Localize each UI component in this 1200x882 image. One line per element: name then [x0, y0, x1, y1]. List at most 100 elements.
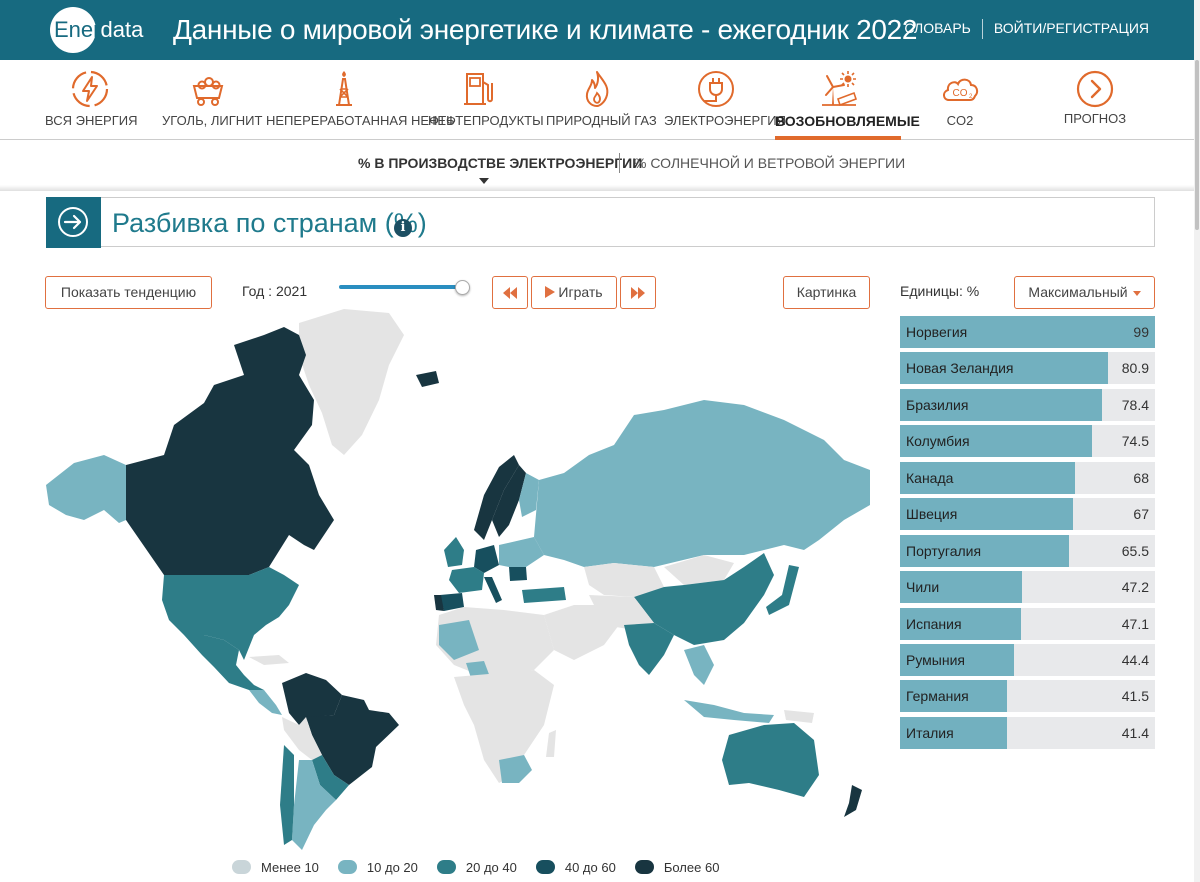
country-name: Чили [906, 579, 940, 596]
country-name: Канада [906, 469, 954, 486]
country-value: 41.4 [1121, 724, 1149, 741]
map-mexico[interactable] [184, 635, 264, 690]
sort-select[interactable]: Максимальный [1014, 276, 1155, 309]
category-electricity[interactable]: ЭЛЕКТРОЭНЕРГИЯ [664, 60, 786, 140]
country-value: 65.5 [1121, 542, 1149, 559]
category-label: ВОЗОБНОВЛЯЕМЫЕ [775, 113, 920, 129]
map-india[interactable] [624, 623, 674, 675]
category-all-energy[interactable]: ВСЯ ЭНЕРГИЯ [45, 60, 138, 140]
legend-swatch [337, 860, 357, 874]
country-name: Бразилия [906, 396, 969, 413]
map-southeast-asia[interactable] [684, 645, 714, 685]
category-label: НЕФТЕПРОДУКТЫ [428, 113, 544, 128]
ranking-row[interactable]: Испания 47.1 [900, 607, 1155, 640]
subnav-shadow [0, 185, 1200, 191]
legend-item[interactable]: 20 до 40 [436, 858, 517, 876]
legend-swatch [436, 860, 456, 874]
ranking-row[interactable]: Чили 47.2 [900, 571, 1155, 604]
category-oil-products[interactable]: НЕФТЕПРОДУКТЫ [428, 60, 544, 140]
country-name: Испания [906, 615, 962, 632]
legend-item[interactable]: 10 до 20 [337, 858, 418, 876]
backward-icon [503, 287, 517, 299]
map-legend: Менее 10 10 до 20 20 до 40 40 до 60 Более 60 [232, 858, 738, 876]
map-uk-ireland[interactable] [444, 537, 464, 567]
category-coal[interactable]: УГОЛЬ, ЛИГНИТ [162, 60, 263, 140]
legend-item[interactable]: Более 60 [634, 858, 720, 876]
glossary-link[interactable]: СЛОВАРЬ [893, 20, 981, 39]
scrollbar-thumb[interactable] [1195, 60, 1199, 230]
map-cuba[interactable] [249, 655, 289, 665]
section-nav-button[interactable] [46, 197, 101, 248]
country-value: 47.2 [1121, 579, 1149, 596]
ranking-row[interactable]: Норвегия 99 [900, 316, 1155, 348]
map-madagascar[interactable] [546, 730, 556, 757]
category-crude-oil[interactable]: НЕПЕРЕРАБОТАННАЯ НЕФТЬ [266, 60, 455, 140]
coal-cart-icon [192, 77, 224, 106]
sub-nav: % В ПРОИЗВОДСТВЕ ЭЛЕКТРОЭНЕРГИИ % СОЛНЕЧ… [0, 141, 1200, 191]
country-value: 67 [1133, 506, 1149, 523]
map-indonesia[interactable] [684, 700, 774, 723]
play-label: Играть [558, 284, 603, 300]
legend-label: 20 до 40 [465, 859, 517, 875]
legend-item[interactable]: Менее 10 [232, 858, 319, 876]
category-label: ЭЛЕКТРОЭНЕРГИЯ [664, 113, 786, 128]
active-category-underline [775, 136, 901, 140]
category-label: ВСЯ ЭНЕРГИЯ [45, 113, 138, 128]
ranking-row[interactable]: Канада 68 [900, 461, 1155, 494]
map-turkey[interactable] [522, 587, 566, 603]
map-papua[interactable] [784, 710, 814, 723]
ranking-row[interactable]: Колумбия 74.5 [900, 425, 1155, 458]
info-icon[interactable]: i [394, 219, 412, 237]
map-new-zealand[interactable] [844, 785, 862, 817]
country-name: Италия [906, 724, 954, 741]
tab-solar-wind-share[interactable]: % СОЛНЕЧНОЙ И ВЕТРОВОЙ ЭНЕРГИИ [634, 155, 905, 171]
top-header: Enerdata Данные о мировой энергетике и к… [0, 0, 1200, 60]
ranking-row[interactable]: Бразилия 78.4 [900, 388, 1155, 421]
map-greenland[interactable] [299, 309, 404, 455]
category-label: ПРИРОДНЫЙ ГАЗ [546, 113, 657, 128]
play-icon [545, 286, 556, 298]
year-slider-thumb[interactable] [455, 280, 470, 295]
map-romania[interactable] [509, 567, 527, 581]
ranking-row[interactable]: Румыния 44.4 [900, 643, 1155, 676]
map-germany[interactable] [474, 545, 499, 573]
ranking-row[interactable]: Новая Зеландия 80.9 [900, 352, 1155, 385]
map-italy[interactable] [484, 577, 502, 603]
map-chile[interactable] [280, 745, 294, 845]
map-alaska[interactable] [46, 455, 126, 523]
map-central-america[interactable] [249, 690, 282, 715]
country-name: Португалия [906, 542, 982, 559]
ranking-row[interactable]: Италия 41.4 [900, 716, 1155, 749]
legend-swatch [634, 860, 654, 874]
country-value: 41.5 [1121, 688, 1149, 705]
country-ranking-list: Норвегия 99 Новая Зеландия 80.9 Бразилия 78.4… [900, 316, 1155, 753]
enerdata-logo[interactable]: Enerdata [50, 7, 143, 53]
category-natural-gas[interactable]: ПРИРОДНЫЙ ГАЗ [546, 60, 657, 140]
forward-icon [631, 287, 645, 299]
year-slider-track[interactable] [339, 285, 462, 289]
units-label: Единицы: % [900, 283, 980, 299]
chevron-right-circle-icon [1076, 70, 1114, 108]
legend-label: 10 до 20 [366, 859, 418, 875]
map-south-africa[interactable] [499, 755, 532, 783]
country-value: 47.1 [1121, 615, 1149, 632]
login-register-link[interactable]: ВОЙТИ/РЕГИСТРАЦИЯ [983, 20, 1160, 39]
ranking-row[interactable]: Португалия 65.5 [900, 534, 1155, 567]
tab-renewable-share-electricity[interactable]: % В ПРОИЗВОДСТВЕ ЭЛЕКТРОЭНЕРГИИ [358, 155, 642, 171]
country-value: 74.5 [1121, 433, 1149, 450]
world-map[interactable] [44, 305, 870, 853]
legend-label: Более 60 [663, 859, 720, 875]
map-russia[interactable] [534, 400, 870, 567]
map-australia[interactable] [722, 723, 819, 797]
category-forecast[interactable]: ПРОГНОЗ [1056, 60, 1134, 140]
category-label: УГОЛЬ, ЛИГНИТ [162, 113, 263, 128]
category-co2[interactable]: CO 2 CO2 [920, 60, 1000, 140]
ranking-row[interactable]: Германия 41.5 [900, 680, 1155, 713]
map-iceland[interactable] [416, 371, 439, 387]
legend-item[interactable]: 40 до 60 [535, 858, 616, 876]
category-renewables[interactable]: ВОЗОБНОВЛЯЕМЫЕ [775, 60, 920, 140]
map-france[interactable] [449, 567, 484, 593]
ranking-row[interactable]: Швеция 67 [900, 498, 1155, 531]
page-scrollbar[interactable] [1194, 0, 1200, 882]
country-value: 78.4 [1121, 396, 1149, 413]
